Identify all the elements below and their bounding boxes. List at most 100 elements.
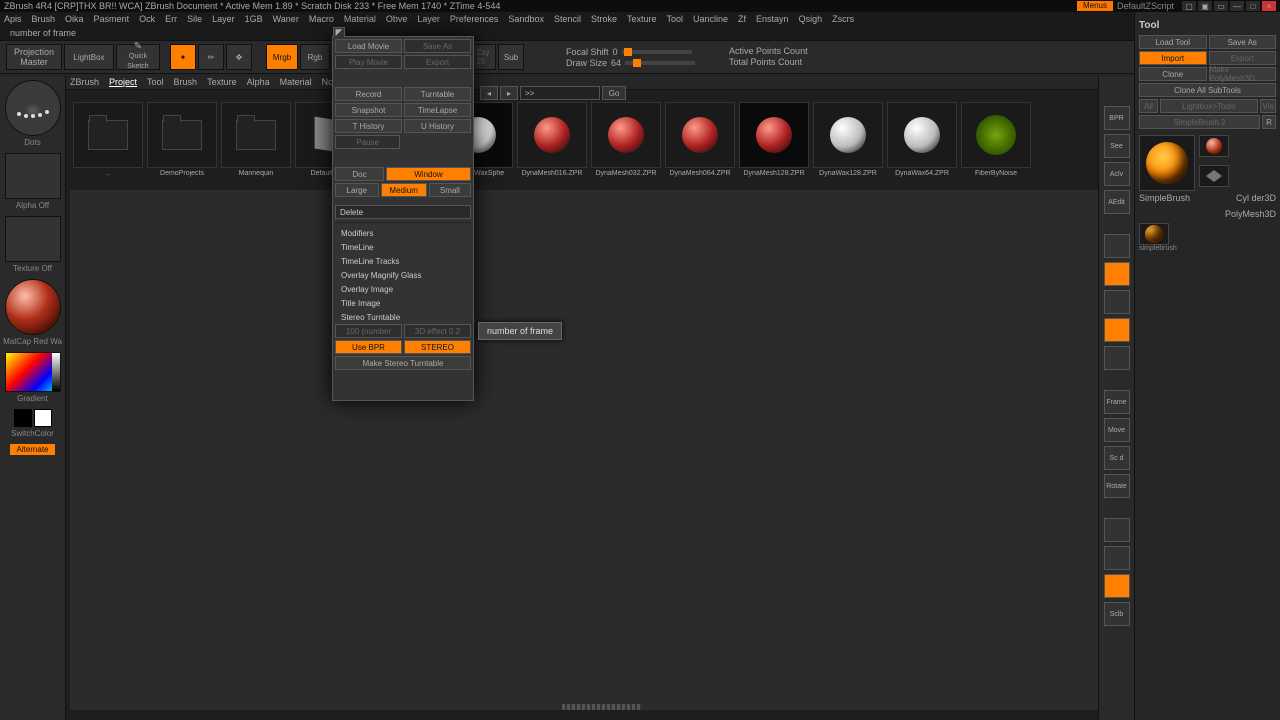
menu-qsigh[interactable]: Qsigh [799, 14, 823, 24]
movie-item-overlay-image[interactable]: Overlay Image [335, 282, 471, 296]
edit-button[interactable]: ✦ [170, 44, 196, 70]
menu-stroke[interactable]: Stroke [591, 14, 617, 24]
brush-slot[interactable] [5, 80, 61, 136]
project-cell[interactable]: Mannequin [220, 102, 292, 177]
project-cell[interactable]: DynaWax128.ZPR [812, 102, 884, 177]
shelf-sc d[interactable]: Sc d [1104, 446, 1130, 470]
movie-item-timeline[interactable]: TimeLine [335, 240, 471, 254]
project-cell[interactable]: DynaMesh016.ZPR [516, 102, 588, 177]
nav-prev[interactable]: ◂ [480, 86, 498, 100]
rgb-button[interactable]: Rgb [300, 44, 330, 70]
material-slot[interactable] [5, 279, 61, 335]
color-picker[interactable] [5, 352, 61, 392]
movie-item-title-image[interactable]: Title Image [335, 296, 471, 310]
menu-pasment[interactable]: Pasment [94, 14, 130, 24]
menu-material[interactable]: Material [344, 14, 376, 24]
saveas-movie-button[interactable]: Save As [404, 39, 471, 53]
shelf-slot4[interactable] [1104, 234, 1130, 258]
menu-sandbox[interactable]: Sandbox [508, 14, 544, 24]
nav-next[interactable]: ▸ [500, 86, 518, 100]
menu-err[interactable]: Err [165, 14, 177, 24]
simplebrush-label[interactable]: SimpleBrush 2 [1139, 115, 1260, 129]
play-movie-button[interactable]: Play Movie [335, 55, 402, 69]
make-polymesh-button[interactable]: Make PolyMesh3D [1209, 67, 1277, 81]
shelf-aedit[interactable]: AEdit [1104, 190, 1130, 214]
win-close[interactable]: × [1262, 1, 1276, 11]
thistory-button[interactable]: T History [335, 119, 402, 133]
saveas-tool-button[interactable]: Save As [1209, 35, 1277, 49]
project-cell[interactable]: DynaMesh128.ZPR [738, 102, 810, 177]
import-button[interactable]: Import [1139, 51, 1207, 65]
win-max[interactable]: □ [1246, 1, 1260, 11]
tab-texture[interactable]: Texture [207, 77, 237, 87]
swatch-bg[interactable] [14, 409, 32, 427]
export-button[interactable]: Export [1209, 51, 1277, 65]
shelf-slot13[interactable] [1104, 518, 1130, 542]
frames-field[interactable]: 100 (number [335, 324, 402, 338]
sub-button[interactable]: Sub [498, 44, 524, 70]
uhistory-button[interactable]: U History [404, 119, 471, 133]
pause-button[interactable]: Pause [335, 135, 400, 149]
swatch-fg[interactable] [34, 409, 52, 427]
shelf-slot5[interactable] [1104, 262, 1130, 286]
lightbox-tools-button[interactable]: Lightbox>Tools [1160, 99, 1258, 113]
movie-item-overlay-magnify-glass[interactable]: Overlay Magnify Glass [335, 268, 471, 282]
win-btn-1[interactable]: ▢ [1182, 1, 1196, 11]
canvas[interactable] [70, 190, 1134, 710]
snapshot-button[interactable]: Snapshot [335, 103, 402, 117]
medium-button[interactable]: Medium [381, 183, 427, 197]
menu-ock[interactable]: Ock [139, 14, 155, 24]
menu-enstayn[interactable]: Enstayn [756, 14, 789, 24]
tool-thumb-cyl[interactable] [1199, 135, 1229, 157]
popup-tearoff[interactable]: ◤ [333, 27, 345, 37]
turntable-button[interactable]: Turntable [404, 87, 471, 101]
gradient-label[interactable]: Gradient [17, 394, 48, 403]
movie-item-modifiers[interactable]: Modifiers [335, 226, 471, 240]
menu-sile[interactable]: Sile [187, 14, 202, 24]
tool-thumb-main[interactable] [1139, 135, 1195, 191]
large-button[interactable]: Large [335, 183, 379, 197]
tab-alpha[interactable]: Alpha [247, 77, 270, 87]
tool-thumb-extra[interactable] [1139, 223, 1169, 245]
menu-uancline[interactable]: Uancline [693, 14, 728, 24]
window-button[interactable]: Window [386, 167, 471, 181]
quicksketch-button[interactable]: ✎Quick Sketch [116, 44, 160, 70]
tool-thumb-poly[interactable] [1199, 165, 1229, 187]
win-btn-2[interactable]: ▣ [1198, 1, 1212, 11]
clone-button[interactable]: Clone [1139, 67, 1207, 81]
move-button[interactable]: ✥ [226, 44, 252, 70]
all-button[interactable]: All [1139, 99, 1158, 113]
tab-project[interactable]: Project [109, 77, 137, 87]
menu-zscrs[interactable]: Zscrs [832, 14, 854, 24]
visible-button[interactable]: Vis [1260, 99, 1276, 113]
stroke-slot[interactable] [5, 153, 61, 199]
shelf-sclb[interactable]: Sclb [1104, 602, 1130, 626]
menu-1gb[interactable]: 1GB [245, 14, 263, 24]
movie-item-timeline-tracks[interactable]: TimeLine Tracks [335, 254, 471, 268]
menu-obve[interactable]: Obve [386, 14, 408, 24]
menu-macro[interactable]: Macro [309, 14, 334, 24]
draw-button[interactable]: ✏ [198, 44, 224, 70]
small-button[interactable]: Small [429, 183, 471, 197]
win-min[interactable]: — [1230, 1, 1244, 11]
delete-header[interactable]: Delete [335, 205, 471, 219]
win-btn-3[interactable]: ▭ [1214, 1, 1228, 11]
effect-field[interactable]: 3D effect 0.2 [404, 324, 471, 338]
shelf-aclv[interactable]: Aclv [1104, 162, 1130, 186]
divider-grip2[interactable] [562, 707, 642, 710]
drawsize-slider[interactable] [625, 61, 695, 65]
menu-brush[interactable]: Brush [32, 14, 56, 24]
load-tool-button[interactable]: Load Tool [1139, 35, 1207, 49]
doc-button[interactable]: Doc [335, 167, 384, 181]
shelf-slot7[interactable] [1104, 318, 1130, 342]
tab-brush[interactable]: Brush [174, 77, 198, 87]
make-stereo-button[interactable]: Make Stereo Turntable [335, 356, 471, 370]
menu-preferences[interactable]: Preferences [450, 14, 499, 24]
stereo-button[interactable]: STEREO [404, 340, 471, 354]
menus-button[interactable]: Menus [1077, 1, 1113, 11]
tab-tool[interactable]: Tool [147, 77, 164, 87]
use-bpr-button[interactable]: Use BPR [335, 340, 402, 354]
menu-waner[interactable]: Waner [273, 14, 299, 24]
project-cell[interactable]: DynaWax64.ZPR [886, 102, 958, 177]
r-button[interactable]: R [1262, 115, 1276, 129]
